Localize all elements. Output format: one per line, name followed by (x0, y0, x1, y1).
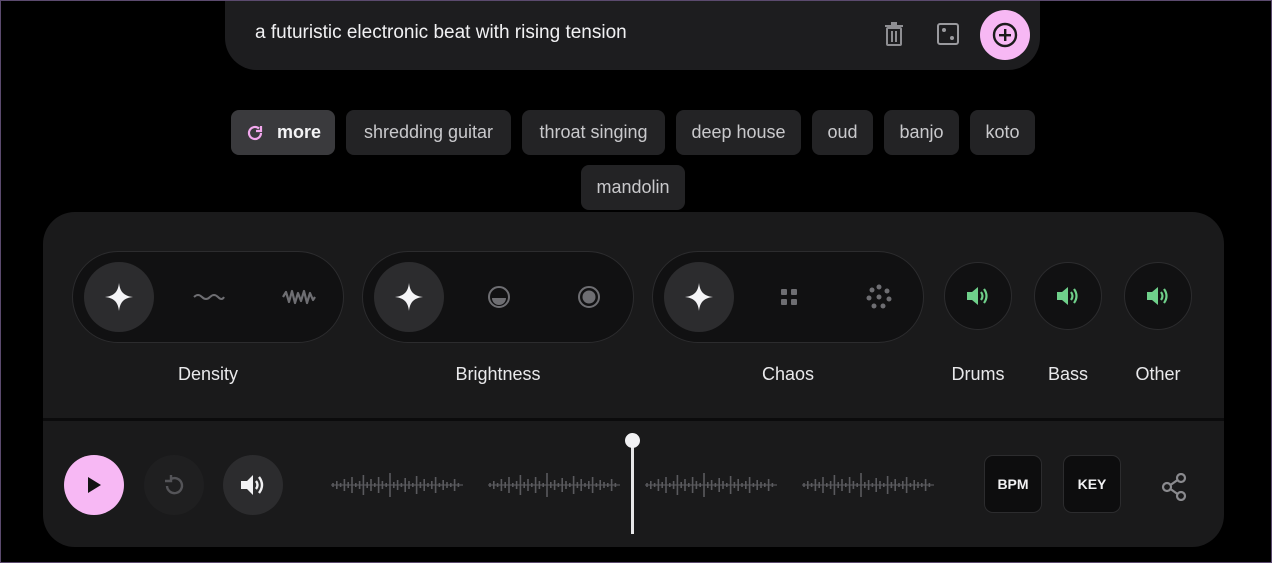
play-icon (88, 477, 101, 493)
more-chip[interactable]: more (231, 110, 335, 155)
waveform-segment (331, 473, 463, 497)
drums-toggle[interactable] (944, 262, 1012, 330)
chip-throat-singing[interactable]: throat singing (522, 110, 665, 155)
scatter-dots-icon (866, 284, 892, 309)
half-circle-icon (488, 286, 510, 308)
chaos-label: Chaos (761, 364, 815, 384)
brightness-dim-option[interactable] (464, 262, 534, 332)
dice-icon (937, 23, 959, 45)
bpm-button[interactable]: BPM (984, 455, 1042, 513)
drums-label: Drums (951, 364, 1005, 384)
replay-icon (165, 475, 184, 495)
other-label: Other (1135, 364, 1181, 384)
add-circle-icon (992, 22, 1018, 48)
volume-icon (241, 475, 264, 495)
sparkle-icon (395, 283, 423, 311)
share-icon (1161, 473, 1187, 501)
filled-circle-icon (578, 286, 600, 308)
delete-button[interactable] (877, 17, 911, 51)
master-volume-button[interactable] (223, 455, 283, 515)
random-button[interactable] (931, 17, 965, 51)
suggestion-chips: more shredding guitar throat singing dee… (0, 110, 1272, 220)
playhead-handle[interactable] (625, 433, 640, 448)
chaos-selector (652, 251, 924, 343)
sparkle-icon (685, 283, 713, 311)
chip-banjo[interactable]: banjo (884, 110, 959, 155)
chip-koto[interactable]: koto (970, 110, 1035, 155)
brightness-selector (362, 251, 634, 343)
bass-toggle[interactable] (1034, 262, 1102, 330)
chip-deep-house[interactable]: deep house (676, 110, 801, 155)
trash-icon (885, 22, 903, 46)
chaos-high-option[interactable] (844, 262, 914, 332)
waveform-segment (488, 473, 620, 497)
brightness-bright-option[interactable] (554, 262, 624, 332)
waveform-segment (802, 473, 934, 497)
chip-mandolin[interactable]: mandolin (581, 165, 685, 210)
density-auto-option[interactable] (84, 262, 154, 332)
key-button[interactable]: KEY (1063, 455, 1121, 513)
density-low-option[interactable] (174, 262, 244, 332)
chip-oud[interactable]: oud (812, 110, 873, 155)
wave-low-icon (193, 294, 225, 300)
chip-shredding-guitar[interactable]: shredding guitar (346, 110, 511, 155)
refresh-icon (247, 125, 263, 140)
more-label: more (276, 122, 321, 142)
play-button[interactable] (64, 455, 124, 515)
wave-high-icon (282, 289, 316, 305)
volume-icon (1147, 287, 1168, 305)
sparkle-icon (105, 283, 133, 311)
reset-button[interactable] (144, 455, 204, 515)
control-panel: Density Brightness Chaos Drums Bass Othe… (43, 212, 1224, 547)
prompt-text[interactable]: a futuristic electronic beat with rising… (255, 22, 627, 44)
waveform-segment (645, 473, 777, 497)
volume-icon (1057, 287, 1078, 305)
prompt-bar: a futuristic electronic beat with rising… (225, 0, 1040, 70)
brightness-auto-option[interactable] (374, 262, 444, 332)
chaos-low-option[interactable] (754, 262, 824, 332)
divider (43, 418, 1224, 421)
brightness-label: Brightness (455, 364, 541, 384)
grid-dots-icon (781, 289, 797, 305)
density-selector (72, 251, 344, 343)
volume-icon (967, 287, 988, 305)
add-prompt-button[interactable] (980, 10, 1030, 60)
bass-label: Bass (1047, 364, 1089, 384)
density-high-option[interactable] (264, 262, 334, 332)
playhead[interactable] (631, 440, 634, 534)
chaos-auto-option[interactable] (664, 262, 734, 332)
density-label: Density (177, 364, 239, 384)
other-toggle[interactable] (1124, 262, 1192, 330)
share-button[interactable] (1157, 470, 1191, 504)
